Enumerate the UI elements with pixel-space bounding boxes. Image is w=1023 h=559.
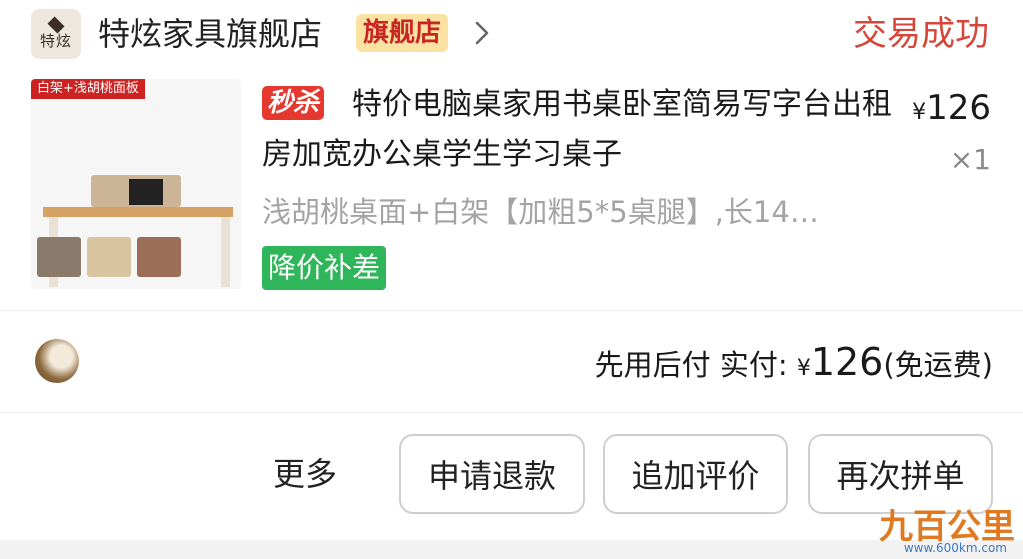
shipping-note: (免运费) [883,348,993,382]
desk-monitor [129,179,163,205]
flagship-badge: 旗舰店 [356,14,449,52]
shop-logo-mark-icon [47,16,65,33]
watermark-url: www.600km.com [903,541,1007,555]
payment-label: 实付: [719,348,788,382]
product-price: ¥126 [912,83,991,138]
detail-thumbnail [37,237,81,277]
divider [0,412,1023,413]
price-value: 126 [926,88,991,128]
product-image-tag: 白架+浅胡桃面板 [31,79,145,99]
payment-currency: ¥ [796,356,811,381]
desk-leg [221,217,230,287]
shop-name[interactable]: 特炫家具旗舰店 [98,11,322,57]
detail-thumbnail [137,237,181,277]
payment-summary: 先用后付 实付: ¥126(免运费) [595,336,993,395]
more-button[interactable]: 更多 [273,451,337,497]
product-spec: 浅胡桃桌面+白架【加粗5*5桌腿】,长14… [262,195,819,229]
product-image[interactable]: 白架+浅胡桃面板 [31,79,241,289]
chevron-right-icon[interactable] [468,19,496,47]
order-status: 交易成功 [853,14,989,54]
seckill-badge: 秒杀 [262,86,325,120]
divider [0,310,1023,311]
product-title[interactable]: 特价电脑桌家用书桌卧室简易写字台出租房加宽办公桌学生学习桌子 [262,80,902,180]
desk-top [43,207,233,217]
payment-method: 先用后付 [594,348,711,382]
product-quantity: ×1 [949,143,991,176]
refund-button[interactable]: 申请退款 [399,434,585,514]
bottom-bar [0,540,1023,559]
shop-logo-text: 特炫 [39,31,72,50]
payment-amount: 126 [810,340,884,384]
avatar[interactable] [35,339,79,383]
detail-thumbnail [87,237,131,277]
price-currency: ¥ [912,100,927,125]
add-review-button[interactable]: 追加评价 [603,434,788,514]
promo-tag: 降价补差 [262,246,387,290]
shop-logo[interactable]: 特炫 [31,9,81,59]
reorder-button[interactable]: 再次拼单 [808,434,993,514]
